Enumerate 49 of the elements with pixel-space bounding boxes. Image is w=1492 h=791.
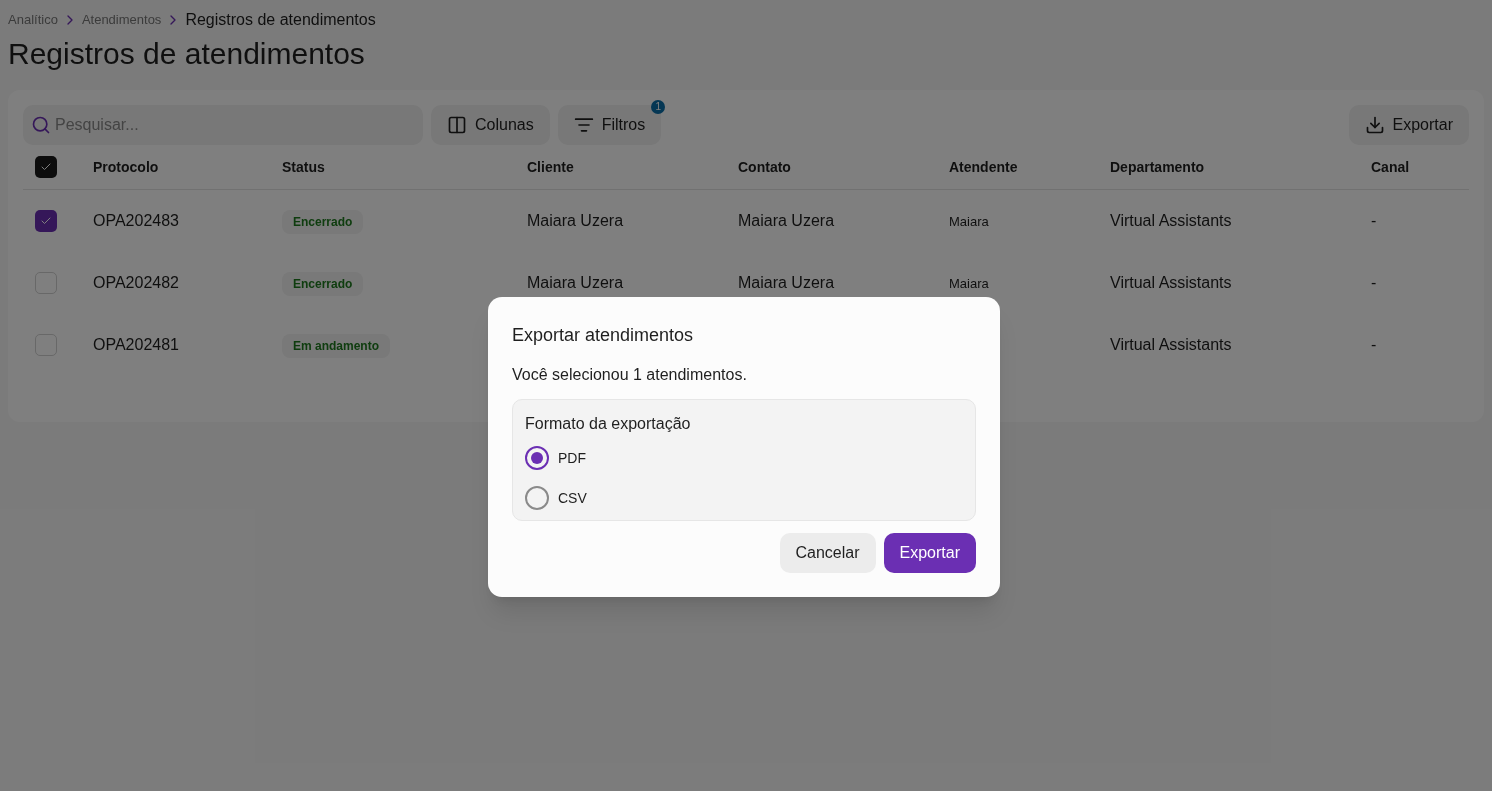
- export-button[interactable]: Exportar: [1348, 105, 1469, 145]
- status-tag: Em andamento: [282, 333, 390, 358]
- column-header[interactable]: Contato: [738, 156, 949, 178]
- count-badge: 1: [651, 100, 666, 114]
- table-cell: -: [1371, 274, 1377, 291]
- checkbox[interactable]: [35, 156, 57, 178]
- table-cell: -: [1371, 336, 1377, 353]
- table-cell: Virtual Assistants: [1110, 274, 1232, 291]
- check-icon: [40, 161, 52, 173]
- checkbox[interactable]: [35, 210, 57, 232]
- column-header[interactable]: Atendente: [949, 156, 1110, 178]
- breadcrumb-item[interactable]: Atendimentos: [81, 10, 162, 30]
- table-cell: Maiara Uzera: [738, 274, 835, 291]
- columns-button[interactable]: Colunas: [431, 105, 550, 145]
- radio-label[interactable]: PDF: [558, 447, 586, 469]
- status-tag: Encerrado: [282, 271, 364, 296]
- table-cell: -: [1371, 212, 1377, 229]
- breadcrumb-item: Registros de atendimentos: [185, 10, 376, 30]
- download-icon: [1364, 115, 1385, 135]
- column-header[interactable]: Protocolo: [93, 156, 282, 178]
- breadcrumb-item[interactable]: Analítico: [8, 10, 58, 30]
- table-cell: Maiara Uzera: [527, 212, 624, 229]
- column-header[interactable]: Departamento: [1110, 156, 1371, 178]
- table-cell-text: OPA202483: [93, 211, 180, 231]
- radio-label[interactable]: CSV: [558, 487, 587, 509]
- table-cell: Maiara Uzera: [738, 212, 835, 229]
- column-header[interactable]: Cliente: [527, 156, 738, 178]
- column-header[interactable]: Canal: [1371, 156, 1469, 178]
- column-header[interactable]: Status: [282, 156, 527, 178]
- table-cell: Maiara Uzera: [527, 274, 624, 291]
- group-label: Formato da exportação: [525, 414, 692, 434]
- check-icon: [40, 215, 52, 227]
- search-icon: [31, 115, 51, 135]
- filter-icon: [573, 115, 594, 135]
- columns-icon: [447, 115, 467, 135]
- table-cell: Maiara: [949, 276, 989, 291]
- export-button[interactable]: Exportar: [883, 533, 976, 573]
- cancel-button[interactable]: Cancelar: [779, 533, 876, 573]
- page-title: Registros de atendimentos: [8, 36, 366, 72]
- table-cell-text: OPA202482: [93, 273, 180, 293]
- radio-button[interactable]: [525, 486, 549, 510]
- dialog-message: Você selecionou 1 atendimentos.: [512, 365, 748, 385]
- status-tag: Encerrado: [282, 209, 364, 234]
- radio-button[interactable]: [525, 446, 549, 470]
- table-cell-text: OPA202481: [93, 335, 180, 355]
- table-cell: Virtual Assistants: [1110, 336, 1232, 353]
- table-cell: Virtual Assistants: [1110, 212, 1232, 229]
- table-cell: Maiara: [949, 214, 989, 229]
- dialog-title: Exportar atendimentos: [512, 324, 695, 347]
